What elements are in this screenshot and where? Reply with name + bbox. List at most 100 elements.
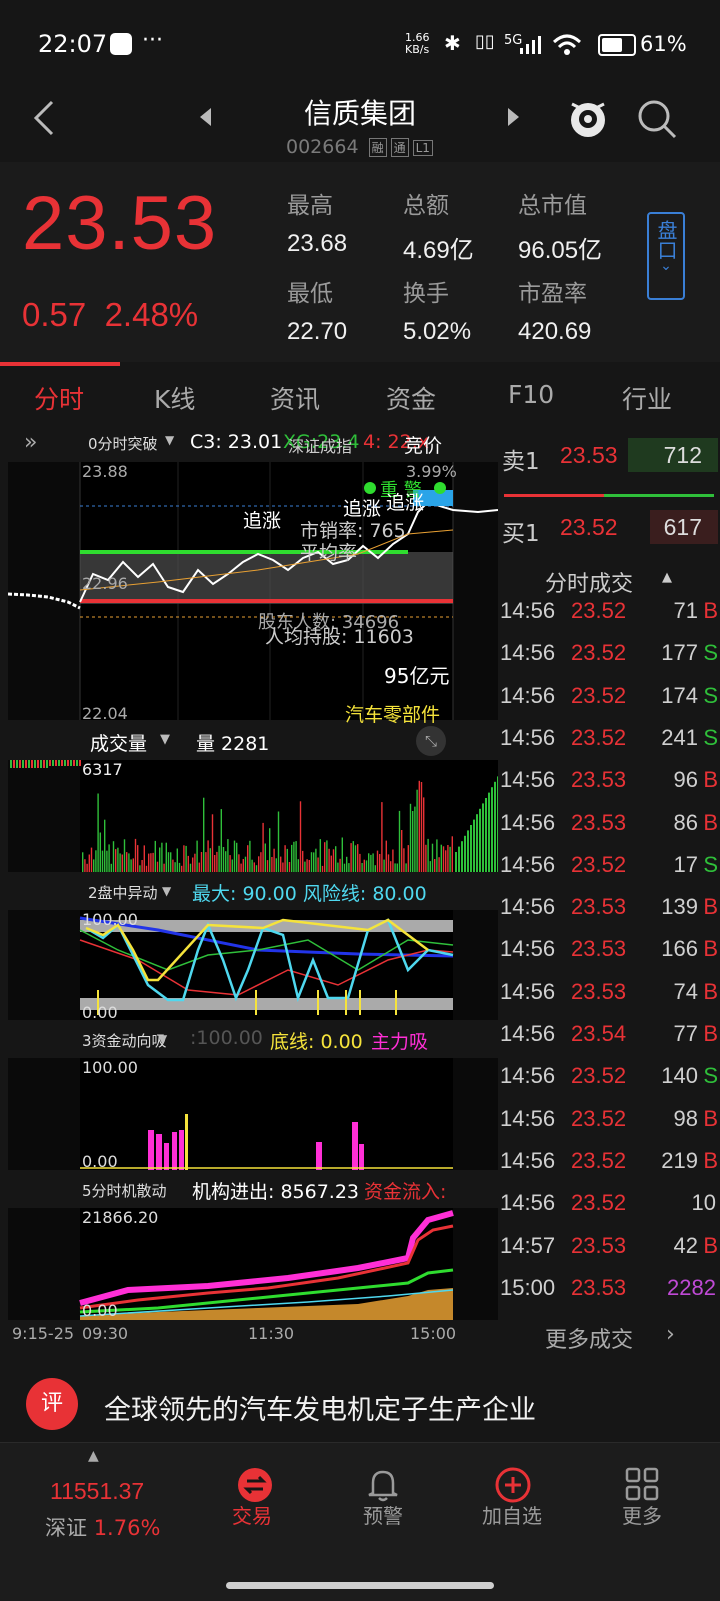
- volume-selector[interactable]: 成交量: [90, 729, 147, 756]
- pankou-button[interactable]: 盘口 ⌄: [647, 212, 685, 300]
- volume-bar: [258, 856, 260, 872]
- ind3-bar: 3资金动向吸 ▼ :100.00 底线: 0.00 主力吸: [0, 1022, 500, 1056]
- volume-bar: [313, 852, 315, 872]
- fullscreen-icon[interactable]: ⤡: [416, 726, 446, 756]
- nav-alert[interactable]: 预警: [333, 1500, 433, 1529]
- volume-bar: [376, 850, 379, 872]
- index-value[interactable]: 11551.37: [50, 1478, 144, 1505]
- volume-bar: [449, 846, 451, 872]
- volume-bar: [112, 841, 115, 872]
- stock-code-line: 002664 融通 L1: [286, 136, 433, 158]
- sell-1-row[interactable]: 卖1 23.53 712: [502, 436, 720, 476]
- sell-1-price: 23.53: [560, 442, 618, 468]
- nav-add-watchlist[interactable]: 加自选: [462, 1500, 562, 1529]
- trade-side: B: [703, 1232, 718, 1258]
- volume-bar: [242, 859, 244, 872]
- volume-bar: [385, 840, 387, 872]
- dropdown-caret-icon[interactable]: ▼: [158, 1032, 167, 1046]
- trade-price: 23.52: [571, 1147, 627, 1173]
- volume-bar: [84, 859, 86, 872]
- tab-industry[interactable]: 行业: [622, 380, 672, 416]
- volume-bar: [244, 856, 247, 872]
- expand-indicators-icon[interactable]: »: [24, 430, 37, 455]
- owl-assistant-icon[interactable]: [566, 96, 610, 140]
- volume-bar: [445, 850, 447, 872]
- trade-volume: 17: [673, 851, 698, 877]
- trade-icon[interactable]: [237, 1467, 273, 1503]
- trade-time: 14:56: [500, 894, 556, 920]
- ind5-selector[interactable]: 5分时机散动: [82, 1180, 167, 1201]
- sort-up-icon[interactable]: ▲: [662, 570, 672, 585]
- trade-time: 14:56: [500, 809, 556, 835]
- chevron-right-icon[interactable]: ›: [666, 1322, 675, 1347]
- volume-bar: [198, 862, 200, 872]
- auction-volume-bar: [16, 760, 18, 768]
- ind3-top-label: 100.00: [82, 1058, 138, 1077]
- expand-up-icon[interactable]: ▲: [88, 1448, 99, 1464]
- dropdown-caret-icon[interactable]: ▼: [162, 884, 171, 898]
- auction-volume-bar: [64, 760, 66, 766]
- tab-intraday[interactable]: 分时: [34, 380, 84, 416]
- dropdown-caret-icon[interactable]: ▼: [165, 433, 174, 447]
- more-trades-link[interactable]: 更多成交: [545, 1322, 633, 1354]
- more-dots-icon: ···: [142, 28, 163, 53]
- volume-bar: [392, 849, 394, 872]
- search-icon[interactable]: [636, 98, 678, 140]
- volume-bar: [167, 852, 170, 872]
- volume-bar: [414, 806, 416, 872]
- auction-volume-bar: [55, 760, 57, 766]
- chart-area: » 0分时突破 ▼ C3: 23.01 XG:23.4 4: 22.x 深证成指…: [0, 428, 500, 1368]
- trade-price: 23.53: [571, 767, 627, 793]
- volume-bar: [108, 844, 110, 872]
- net-speed: 1.66 KB/s: [405, 31, 430, 56]
- ind3-bottom-label: 0.00: [82, 1152, 118, 1171]
- tab-f10[interactable]: F10: [508, 380, 554, 409]
- volume-bar: [359, 853, 361, 872]
- review-badge-icon: 评: [26, 1378, 78, 1430]
- trade-side: B: [703, 767, 718, 793]
- nav-more[interactable]: 更多: [592, 1500, 692, 1529]
- trade-time: 14:56: [500, 1147, 556, 1173]
- trade-time: 14:56: [500, 682, 556, 708]
- nav-trade[interactable]: 交易: [202, 1500, 302, 1529]
- trade-volume: 174: [661, 682, 698, 708]
- close-auction-volume-bar: [458, 846, 460, 872]
- trade-time: 14:56: [500, 767, 556, 793]
- volume-bar: [381, 802, 383, 872]
- add-watchlist-icon[interactable]: [494, 1466, 532, 1504]
- indicator-selector[interactable]: 0分时突破: [88, 433, 158, 454]
- volume-bar: [247, 845, 249, 872]
- volume-bar: [207, 840, 209, 872]
- close-auction-volume-bar: [479, 808, 481, 872]
- grid-more-icon[interactable]: [625, 1467, 659, 1501]
- current-price: 23.53: [22, 181, 218, 266]
- volume-bar: [282, 862, 284, 872]
- tab-news[interactable]: 资讯: [270, 380, 320, 416]
- close-auction-volume-bar: [494, 781, 496, 872]
- auction-volume-bar: [70, 760, 72, 766]
- volume-bar: [271, 857, 273, 872]
- tab-funds[interactable]: 资金: [386, 380, 436, 416]
- home-indicator[interactable]: [226, 1582, 494, 1589]
- bell-icon[interactable]: [367, 1467, 399, 1503]
- buy-1-row[interactable]: 买1 23.52 617: [502, 508, 720, 548]
- trade-side: S: [703, 724, 718, 750]
- next-stock-arrow-icon[interactable]: [508, 108, 519, 126]
- ind3-selector[interactable]: 3资金动向吸: [82, 1030, 167, 1051]
- ind2-selector[interactable]: 2盘中异动: [88, 882, 158, 903]
- volume-bar: [130, 859, 132, 872]
- trade-volume: 96: [673, 767, 698, 793]
- news-headline[interactable]: 全球领先的汽车发电机定子生产企业: [104, 1388, 536, 1427]
- volume-bar: [440, 844, 442, 872]
- volume-bar: [286, 848, 288, 872]
- dropdown-caret-icon[interactable]: ▼: [160, 732, 170, 747]
- index-line[interactable]: 深证 1.76%: [45, 1512, 160, 1542]
- volume-bar: [416, 789, 418, 872]
- battery-icon: [598, 34, 636, 56]
- price-indicator-bar: [0, 362, 120, 366]
- trades-header[interactable]: 分时成交: [545, 566, 633, 598]
- tab-kline[interactable]: K线: [154, 380, 195, 416]
- change-value: 0.57: [22, 296, 87, 333]
- ind5-top-label: 21866.20: [82, 1208, 159, 1227]
- volume-bar: [343, 863, 346, 872]
